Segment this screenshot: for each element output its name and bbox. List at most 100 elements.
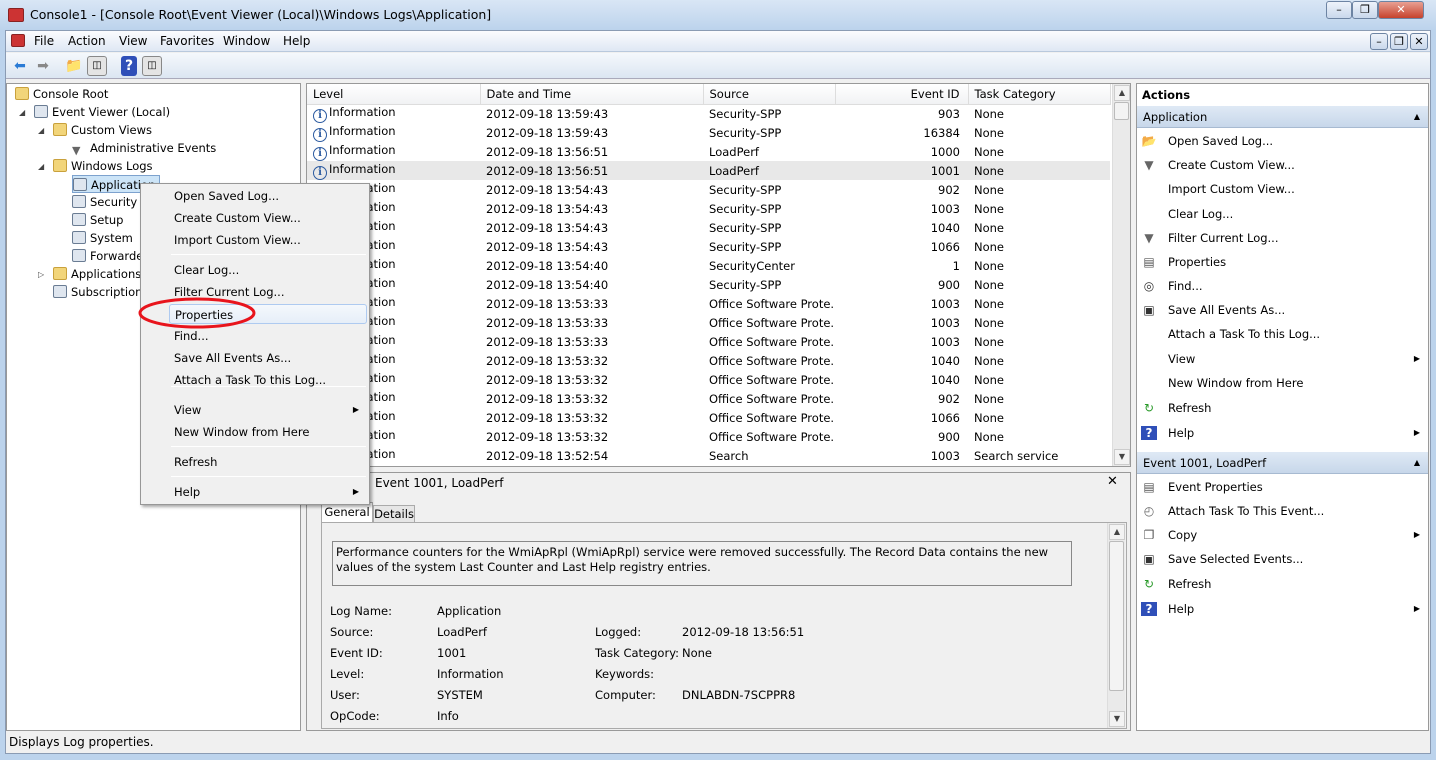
- show-hide-tree-icon[interactable]: ◫: [87, 56, 107, 76]
- close-button[interactable]: ✕: [1378, 1, 1424, 19]
- scroll-down-button[interactable]: ▼: [1114, 449, 1130, 465]
- help-icon[interactable]: ?: [121, 56, 137, 76]
- table-row[interactable]: iInformation2012-09-18 13:54:40Security-…: [307, 275, 1110, 294]
- tree-item-custom-views[interactable]: Custom Views: [53, 121, 152, 139]
- table-row[interactable]: iInformation2012-09-18 13:53:32Office So…: [307, 351, 1110, 370]
- detail-scrollbar[interactable]: ▲ ▼: [1107, 523, 1125, 728]
- collapse-icon[interactable]: ▲: [1414, 452, 1420, 474]
- table-row[interactable]: iInformation2012-09-18 13:54:43Security-…: [307, 199, 1110, 218]
- tree-item-administrative-events[interactable]: ▼ Administrative Events: [72, 139, 216, 157]
- menu-view[interactable]: View: [119, 34, 147, 48]
- table-row[interactable]: iInformation2012-09-18 13:54:43Security-…: [307, 180, 1110, 199]
- scroll-up-button[interactable]: ▲: [1114, 85, 1130, 101]
- action-refresh[interactable]: Refresh: [1168, 573, 1211, 595]
- column-header[interactable]: Source: [703, 84, 836, 105]
- menu-help[interactable]: Help: [283, 34, 310, 48]
- up-folder-icon[interactable]: 📁: [64, 56, 84, 76]
- table-row[interactable]: iInformation2012-09-18 13:53:32Office So…: [307, 427, 1110, 446]
- context-menu-item-help[interactable]: Help: [174, 482, 200, 502]
- column-header[interactable]: Event ID: [835, 84, 969, 105]
- forward-icon[interactable]: ➡: [33, 56, 53, 76]
- tab-general[interactable]: General: [321, 502, 373, 522]
- context-menu-item-import-custom-view[interactable]: Import Custom View...: [174, 230, 301, 250]
- collapse-arrow-icon[interactable]: ◢: [38, 162, 44, 171]
- table-row[interactable]: iInformation2012-09-18 13:53:33Office So…: [307, 313, 1110, 332]
- actions-section-application[interactable]: Application ▲: [1137, 106, 1428, 128]
- event-list-scrollbar[interactable]: ▲ ▼: [1112, 84, 1130, 466]
- action-import-custom-view[interactable]: Import Custom View...: [1168, 178, 1295, 200]
- scroll-up-button[interactable]: ▲: [1109, 524, 1125, 540]
- mdi-restore-button[interactable]: ❐: [1390, 33, 1408, 50]
- column-header[interactable]: Date and Time: [480, 84, 704, 105]
- column-header[interactable]: Level: [307, 84, 481, 105]
- table-row[interactable]: i Information 2012-09-18 13:59:43 Security-…: [307, 123, 1110, 142]
- context-menu-item-open-saved-log[interactable]: Open Saved Log...: [174, 186, 279, 206]
- action-find[interactable]: Find...: [1168, 275, 1203, 297]
- console-menu-icon[interactable]: [11, 34, 25, 47]
- column-header[interactable]: Task Category: [968, 84, 1111, 105]
- action-save-selected-events[interactable]: Save Selected Events...: [1168, 548, 1303, 570]
- action-event-properties[interactable]: Event Properties: [1168, 476, 1263, 498]
- action-help[interactable]: Help: [1168, 598, 1194, 620]
- tree-item-security[interactable]: Security: [72, 193, 137, 211]
- tree-item-subscriptions[interactable]: Subscriptions: [53, 283, 148, 301]
- tree-item-windows-logs[interactable]: Windows Logs: [53, 157, 153, 175]
- table-row[interactable]: iInformation2012-09-18 13:54:43Security-…: [307, 218, 1110, 237]
- table-row[interactable]: iInformation2012-09-18 13:53:32Office So…: [307, 408, 1110, 427]
- mdi-close-button[interactable]: ✕: [1410, 33, 1428, 50]
- action-new-window-from-here[interactable]: New Window from Here: [1168, 372, 1303, 394]
- table-row[interactable]: i Information 2012-09-18 13:56:51 LoadPerf 1…: [307, 142, 1110, 161]
- restore-button[interactable]: ❐: [1352, 1, 1378, 19]
- tree-item-setup[interactable]: Setup: [72, 211, 123, 229]
- action-attach-task-to-this-event[interactable]: Attach Task To This Event...: [1168, 500, 1324, 522]
- menu-action[interactable]: Action: [68, 34, 106, 48]
- table-row[interactable]: i Information 2012-09-18 13:56:51 LoadPerf 1…: [307, 161, 1110, 180]
- back-icon[interactable]: ⬅: [10, 56, 30, 76]
- action-filter-current-log[interactable]: Filter Current Log...: [1168, 227, 1279, 249]
- context-menu-item-new-window-from-here[interactable]: New Window from Here: [174, 422, 309, 442]
- action-create-custom-view[interactable]: Create Custom View...: [1168, 154, 1295, 176]
- table-row[interactable]: i Information 2012-09-18 13:59:43 Security-…: [307, 104, 1110, 123]
- context-menu-item-create-custom-view[interactable]: Create Custom View...: [174, 208, 301, 228]
- menu-window[interactable]: Window: [223, 34, 270, 48]
- close-detail-icon[interactable]: ✕: [1107, 474, 1118, 489]
- action-copy[interactable]: Copy: [1168, 524, 1197, 546]
- action-properties[interactable]: Properties: [1168, 251, 1226, 273]
- collapse-arrow-icon[interactable]: ◢: [38, 126, 44, 135]
- table-row[interactable]: iInformation2012-09-18 13:53:32Office So…: [307, 370, 1110, 389]
- minimize-button[interactable]: –: [1326, 1, 1352, 19]
- mdi-minimize-button[interactable]: –: [1370, 33, 1388, 50]
- show-hide-action-pane-icon[interactable]: ◫: [142, 56, 162, 76]
- action-attach-a-task-to-this-log[interactable]: Attach a Task To this Log...: [1168, 323, 1320, 345]
- table-row[interactable]: iInformation2012-09-18 13:53:33Office So…: [307, 294, 1110, 313]
- context-menu-item-refresh[interactable]: Refresh: [174, 452, 217, 472]
- expand-arrow-icon[interactable]: ▷: [38, 270, 44, 279]
- action-clear-log[interactable]: Clear Log...: [1168, 203, 1233, 225]
- action-save-all-events-as[interactable]: Save All Events As...: [1168, 299, 1285, 321]
- table-row[interactable]: iInformation2012-09-18 13:54:43Security-…: [307, 237, 1110, 256]
- context-menu-item-view[interactable]: View: [174, 400, 201, 420]
- table-row[interactable]: iInformation2012-09-18 13:54:40SecurityC…: [307, 256, 1110, 275]
- table-row[interactable]: iInformation2012-09-18 13:52:54Search100…: [307, 446, 1110, 465]
- action-open-saved-log[interactable]: Open Saved Log...: [1168, 130, 1273, 152]
- tab-details[interactable]: Details: [373, 505, 415, 523]
- menu-favorites[interactable]: Favorites: [160, 34, 214, 48]
- action-refresh[interactable]: Refresh: [1168, 397, 1211, 419]
- table-row[interactable]: iInformation2012-09-18 13:53:33Office So…: [307, 332, 1110, 351]
- context-menu-item-clear-log[interactable]: Clear Log...: [174, 260, 239, 280]
- tree-item-console-root[interactable]: Console Root: [15, 85, 108, 103]
- action-help[interactable]: Help: [1168, 422, 1194, 444]
- collapse-icon[interactable]: ▲: [1414, 106, 1420, 128]
- menu-file[interactable]: File: [34, 34, 54, 48]
- actions-section-event[interactable]: Event 1001, LoadPerf ▲: [1137, 452, 1428, 474]
- scroll-down-button[interactable]: ▼: [1109, 711, 1125, 727]
- tree-item-system[interactable]: System: [72, 229, 133, 247]
- context-menu-item-save-all-events-as[interactable]: Save All Events As...: [174, 348, 291, 368]
- scroll-thumb[interactable]: [1109, 541, 1124, 691]
- action-view[interactable]: View: [1168, 348, 1195, 370]
- tree-item-event-viewer[interactable]: Event Viewer (Local): [34, 103, 170, 121]
- collapse-arrow-icon[interactable]: ◢: [19, 108, 25, 117]
- scroll-thumb[interactable]: [1114, 102, 1129, 120]
- table-row[interactable]: iInformation2012-09-18 13:53:32Office So…: [307, 389, 1110, 408]
- context-menu-item-attach-a-task-to-this-log[interactable]: Attach a Task To this Log...: [174, 370, 326, 390]
